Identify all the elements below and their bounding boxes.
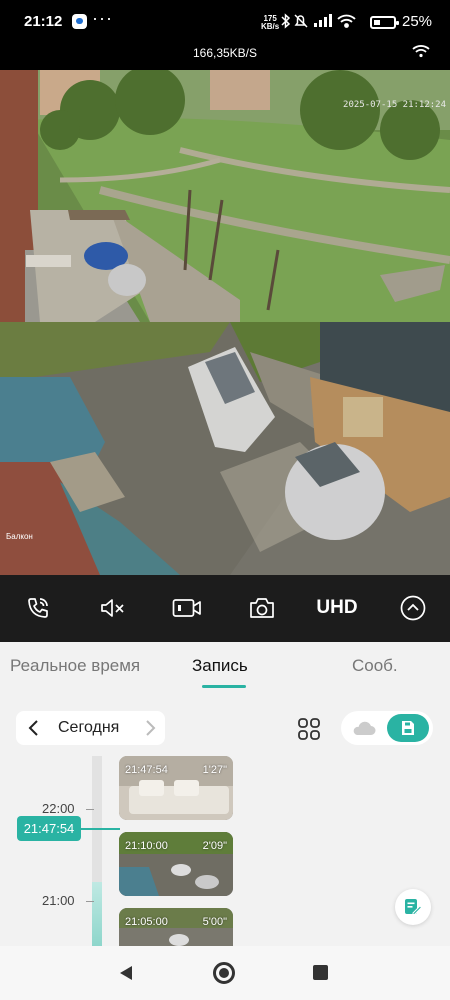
- camera-view-yard[interactable]: 2025-07-15 21:12:24: [0, 70, 450, 322]
- grid-view-icon[interactable]: [296, 716, 322, 742]
- camera-label: Балкон: [6, 532, 33, 541]
- cloud-icon[interactable]: [351, 718, 377, 738]
- clip-time: 21:10:00: [125, 840, 168, 852]
- network-speed: 175 KB/s: [261, 15, 279, 31]
- recording-clip[interactable]: 21:47:54 1'27": [119, 756, 233, 820]
- bluetooth-icon: [281, 13, 291, 29]
- app-notification-icon: [72, 14, 87, 29]
- status-bar: 21:12 ··· 175 KB/s 25%: [0, 0, 450, 44]
- home-icon[interactable]: [213, 962, 235, 984]
- system-nav-bar: [0, 946, 450, 1000]
- tab-record[interactable]: Запись: [192, 656, 248, 676]
- clip-time: 21:05:00: [125, 916, 168, 928]
- quality-button[interactable]: UHD: [313, 594, 361, 622]
- video-record-icon: [172, 599, 201, 617]
- edit-button[interactable]: [395, 889, 431, 925]
- call-icon: [28, 598, 48, 618]
- clip-duration: 2'09": [202, 840, 227, 852]
- camera-icon: [250, 598, 274, 618]
- signal-icon: [314, 14, 332, 27]
- more-notifications-icon: ···: [92, 8, 113, 28]
- chevron-right-icon[interactable]: [140, 717, 160, 739]
- snapshot-button[interactable]: [248, 594, 276, 622]
- mode-tabs: Реальное время Запись Сооб.: [0, 642, 450, 692]
- record-button[interactable]: [172, 594, 202, 622]
- tab-realtime[interactable]: Реальное время: [10, 656, 140, 676]
- date-label[interactable]: Сегодня: [58, 719, 119, 737]
- recording-clip[interactable]: 21:10:00 2'09": [119, 832, 233, 896]
- active-tab-indicator: [202, 685, 246, 688]
- stream-speed: 166,35KB/S: [192, 46, 258, 60]
- camera-wifi-icon: [412, 44, 430, 61]
- date-picker: Сегодня: [16, 711, 165, 745]
- recent-apps-icon[interactable]: [313, 965, 328, 980]
- status-time: 21:12: [24, 13, 63, 30]
- camera-view-parking[interactable]: Балкон: [0, 322, 450, 575]
- mute-icon: [294, 14, 308, 28]
- sd-card-button[interactable]: [387, 714, 429, 742]
- speaker-mute-icon: [101, 599, 124, 617]
- clip-duration: 1'27": [202, 764, 227, 776]
- battery-icon: [370, 16, 399, 29]
- clip-time: 21:47:54: [125, 764, 168, 776]
- camera-controls: UHD: [0, 575, 450, 642]
- call-button[interactable]: [24, 594, 52, 622]
- network-speed-unit: KB/s: [261, 22, 280, 31]
- back-icon[interactable]: [118, 964, 134, 982]
- timeline-recorded-segment: [92, 882, 102, 946]
- status-icons-group: [281, 13, 356, 29]
- chevron-up-circle-icon: [400, 595, 426, 621]
- timeline-tick: [86, 901, 94, 902]
- recording-clip[interactable]: 21:05:00 5'00": [119, 908, 233, 946]
- battery-level: 25%: [402, 13, 433, 30]
- storage-toggle[interactable]: [341, 711, 433, 745]
- mute-button[interactable]: [99, 594, 127, 622]
- status-icons: [280, 13, 362, 32]
- edit-note-icon: [405, 899, 422, 915]
- timeline-hour-label: 22:00: [42, 801, 75, 816]
- parking-image: [0, 322, 450, 575]
- timeline-current-time: 21:47:54: [17, 816, 81, 841]
- wifi-icon: [337, 14, 356, 28]
- chevron-left-icon[interactable]: [24, 717, 44, 739]
- camera-timestamp: 2025-07-15 21:12:24: [343, 100, 446, 110]
- clip-duration: 5'00": [202, 916, 227, 928]
- expand-button[interactable]: [399, 594, 427, 622]
- recording-timeline[interactable]: 22:00 21:00 21:47:54 21:47:54 1'27" 21:1…: [0, 756, 450, 946]
- timeline-cursor-line: [80, 828, 120, 830]
- camera-header: 166,35KB/S: [0, 44, 450, 70]
- timeline-hour-label: 21:00: [42, 893, 75, 908]
- timeline-tick: [86, 809, 94, 810]
- sd-card-icon: [402, 721, 414, 735]
- tab-messages[interactable]: Сооб.: [352, 656, 398, 676]
